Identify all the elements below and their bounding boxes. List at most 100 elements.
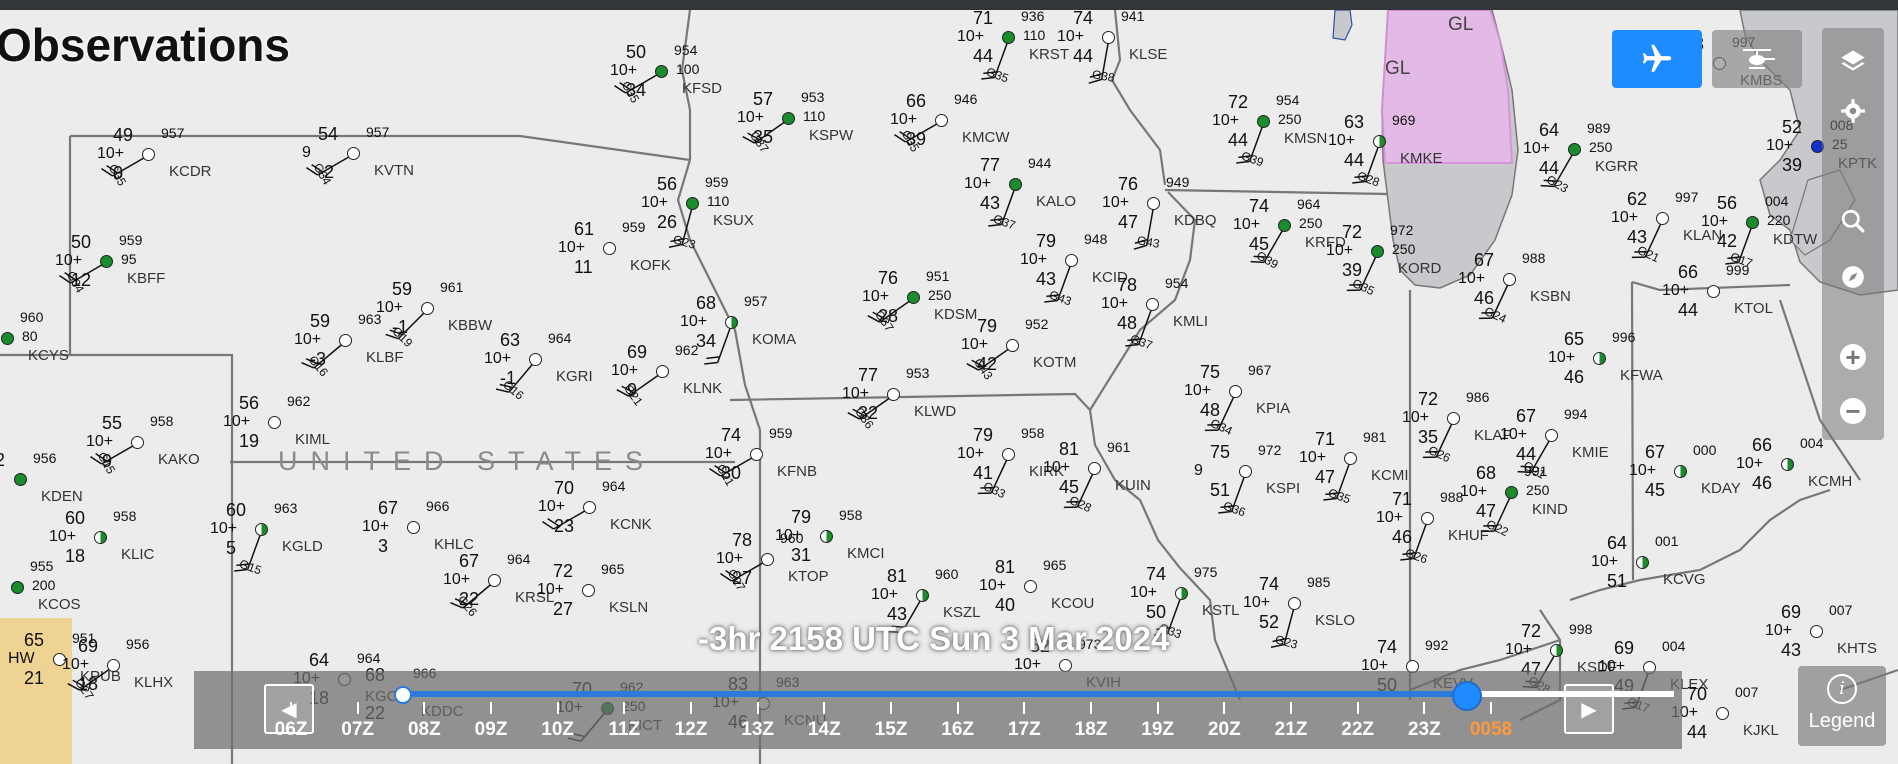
- station-id: KSLO: [1315, 612, 1356, 629]
- time-hour-label[interactable]: 20Z: [1208, 719, 1241, 741]
- station-temperature: 64: [1607, 533, 1628, 553]
- station-temperature: 74: [1377, 637, 1398, 657]
- station-visibility: 10+: [1736, 455, 1764, 472]
- time-hour-label[interactable]: 15Z: [875, 719, 908, 741]
- station-visibility: 10+: [1523, 140, 1551, 157]
- station-visibility: 10+: [1662, 282, 1690, 299]
- time-hour-label[interactable]: 18Z: [1075, 719, 1108, 741]
- station-temperature: 67: [1645, 442, 1666, 462]
- time-hour-label[interactable]: 16Z: [941, 719, 974, 741]
- time-hour-label[interactable]: 17Z: [1008, 719, 1041, 741]
- station-dewpoint: 44: [973, 46, 994, 66]
- station-temperature: 74: [1146, 564, 1167, 584]
- sky-cover-icon: [820, 530, 833, 543]
- station-id: KOMA: [752, 331, 797, 348]
- station-temperature: 72: [1418, 389, 1439, 409]
- station-ceiling: 250: [1278, 111, 1302, 127]
- station-visibility: 10+: [1020, 251, 1048, 268]
- search-button[interactable]: [1822, 196, 1884, 246]
- time-hour-label[interactable]: 10Z: [541, 719, 574, 741]
- time-hour-label[interactable]: 07Z: [341, 719, 374, 741]
- station-dewpoint: 47: [1118, 212, 1139, 232]
- compass-button[interactable]: [1822, 252, 1884, 302]
- sky-cover-icon: [1505, 486, 1518, 499]
- time-hour-label[interactable]: 11Z: [608, 719, 640, 741]
- station-pressure: 948: [1084, 231, 1108, 247]
- station-id: KLNK: [683, 380, 723, 397]
- sky-cover-icon: [268, 416, 281, 429]
- station-id: KALO: [1036, 193, 1077, 210]
- station-dewpoint: 11: [574, 257, 593, 277]
- station-pressure: 004: [1765, 193, 1789, 209]
- time-hour-label[interactable]: 06Z: [275, 719, 308, 741]
- station-temperature: 59: [310, 311, 331, 331]
- station-dewpoint: 51: [1607, 571, 1628, 591]
- settings-button[interactable]: [1822, 86, 1884, 136]
- station-temperature: 81: [995, 557, 1016, 577]
- station-pressure: 953: [906, 365, 930, 381]
- station-visibility: 10+: [957, 28, 985, 45]
- station-pressure: 944: [1028, 155, 1052, 171]
- station-id: KCMH: [1808, 473, 1853, 490]
- station-id: KLWD: [914, 403, 957, 420]
- station-dewpoint: 21: [24, 668, 45, 688]
- time-hour-label[interactable]: 22Z: [1341, 719, 1374, 741]
- zoom-in-button[interactable]: +: [1822, 332, 1884, 382]
- station-dewpoint: 3: [378, 536, 389, 556]
- station-visibility: 10+: [1102, 194, 1130, 211]
- station-id: KSBN: [1530, 288, 1571, 305]
- station-temperature: 56: [1717, 193, 1738, 213]
- station-pressure: 986: [1466, 389, 1490, 405]
- station-id: KCMI: [1371, 467, 1409, 484]
- helicopter-icon: [1743, 49, 1775, 69]
- station-temperature: 49: [113, 125, 134, 145]
- chevron-left-icon: ◀: [281, 698, 297, 721]
- station-visibility: 10+: [1130, 584, 1158, 601]
- station-ceiling: 80: [22, 328, 38, 344]
- time-slider-handle[interactable]: [1451, 681, 1482, 711]
- sky-cover-icon: [761, 553, 774, 566]
- station-pressure: 001: [1655, 533, 1679, 549]
- time-hour-label[interactable]: 23Z: [1408, 719, 1441, 741]
- time-hour-label[interactable]: 13Z: [741, 719, 774, 741]
- chevron-right-icon: ▶: [1581, 698, 1597, 721]
- time-tick: [956, 702, 959, 714]
- station-id: KMKE: [1400, 150, 1443, 167]
- station-pressure: 004: [1800, 435, 1824, 451]
- zoom-out-button[interactable]: −: [1822, 386, 1884, 436]
- layers-button[interactable]: [1822, 36, 1884, 86]
- helicopter-filter-button[interactable]: [1712, 30, 1802, 88]
- station-temperature: 65: [1564, 329, 1585, 349]
- time-hour-label[interactable]: 0058: [1470, 719, 1512, 741]
- aircraft-filter-button[interactable]: [1612, 30, 1702, 88]
- station-pressure: 936: [1021, 8, 1045, 24]
- station-pressure: 959: [622, 219, 646, 235]
- time-hour-label[interactable]: 08Z: [408, 719, 441, 741]
- time-hour-label[interactable]: 19Z: [1141, 719, 1174, 741]
- station-temperature: 71: [973, 8, 994, 28]
- zoom-in-icon: +: [1840, 344, 1866, 370]
- station-dewpoint: 46: [1564, 367, 1585, 387]
- time-range-start-handle[interactable]: [394, 686, 412, 704]
- station-temperature: 72: [553, 561, 574, 581]
- sky-cover-icon: [1146, 298, 1159, 311]
- time-hour-label[interactable]: 14Z: [808, 719, 841, 741]
- station-temperature: 54: [318, 124, 339, 144]
- station-id: KDTW: [1773, 231, 1818, 248]
- station-temperature: 79: [977, 316, 998, 336]
- station-pressure: 965: [1043, 557, 1067, 573]
- station-id: KUIN: [1115, 477, 1151, 494]
- time-hour-label[interactable]: 09Z: [475, 719, 508, 741]
- station-temperature: 71: [1392, 489, 1413, 509]
- station-dewpoint: 19: [239, 431, 260, 451]
- sky-cover-icon: [407, 521, 420, 534]
- sky-cover-icon: [421, 302, 434, 315]
- sky-cover-icon: [1371, 245, 1384, 258]
- time-tick: [690, 702, 692, 714]
- time-hour-label[interactable]: 12Z: [675, 719, 708, 741]
- time-hour-label[interactable]: 21Z: [1275, 719, 1308, 741]
- station-pressure: 959: [705, 174, 729, 190]
- station-id: KCNK: [610, 516, 652, 533]
- legend-button[interactable]: i Legend: [1798, 666, 1886, 746]
- station-temperature: 62: [1627, 189, 1648, 209]
